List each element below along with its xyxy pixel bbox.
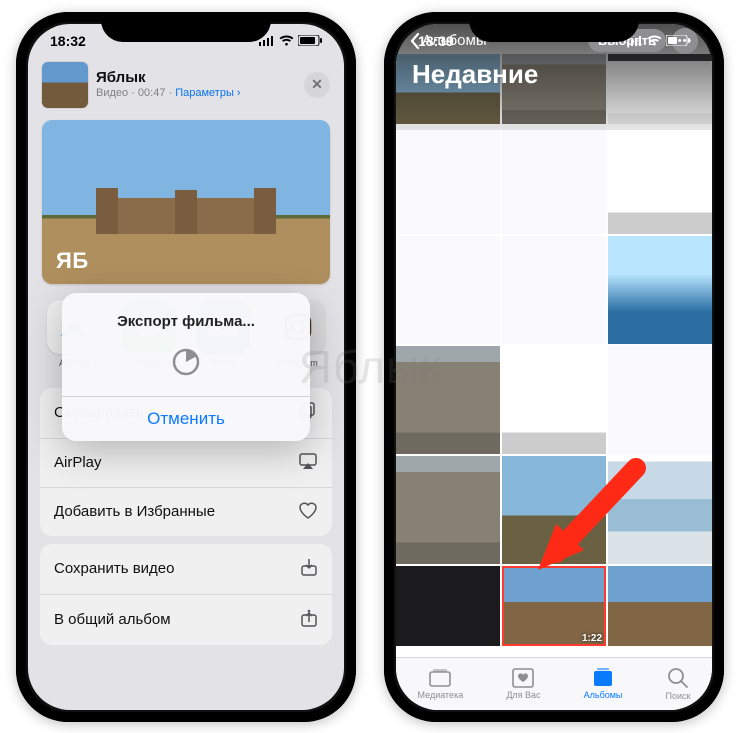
photo-grid-viewport[interactable]: 1:22 [396,54,712,658]
tab-search[interactable]: Поиск [666,667,691,701]
tab-foryou[interactable]: Для Вас [506,668,540,700]
phone-right-photos-app: 18:39 Альбомы Выбрать ••• Недавние [384,12,724,722]
library-icon [428,668,452,688]
photo-thumb[interactable] [502,346,606,454]
photo-thumb[interactable] [396,236,500,344]
album-title: Недавние [396,57,712,98]
tab-label: Поиск [666,691,691,701]
modal-cancel-button[interactable]: Отменить [62,397,310,441]
modal-message: Экспорт фильма... [62,293,310,336]
tab-bar: Медиатека Для Вас Альбомы Поиск [396,657,712,710]
photo-thumb[interactable] [502,456,606,564]
albums-icon [591,668,615,688]
battery-icon [666,35,690,46]
photo-thumb[interactable] [608,126,712,234]
tab-library[interactable]: Медиатека [418,668,464,700]
photo-thumb[interactable] [396,346,500,454]
progress-spinner-icon [170,346,202,378]
search-icon [667,667,689,689]
tab-label: Для Вас [506,690,540,700]
photo-thumb[interactable] [396,126,500,234]
photo-thumb[interactable] [608,456,712,564]
tab-albums[interactable]: Альбомы [584,668,623,700]
export-modal-backdrop: Экспорт фильма... Отменить [28,24,344,710]
photo-thumb[interactable] [608,346,712,454]
photo-thumb[interactable] [608,236,712,344]
photo-thumb[interactable] [502,236,606,344]
status-icons [627,35,690,46]
photo-grid: 1:22 [396,54,712,646]
status-time: 18:39 [418,33,454,49]
notch [469,14,639,42]
photo-thumb[interactable] [608,566,712,646]
video-duration-badge: 1:22 [582,633,602,644]
photo-thumb[interactable] [396,566,500,646]
notch [101,14,271,42]
screen-left: 18:32 Яблык Видео · 00:47 · Параметры › … [28,24,344,710]
photo-thumb[interactable] [502,126,606,234]
foryou-icon [512,668,534,688]
phone-left-share-sheet: 18:32 Яблык Видео · 00:47 · Параметры › … [16,12,356,722]
tab-label: Медиатека [418,690,464,700]
screen-right: 18:39 Альбомы Выбрать ••• Недавние [396,24,712,710]
video-thumb-highlighted[interactable]: 1:22 [502,566,606,646]
wifi-icon [647,35,662,46]
export-modal: Экспорт фильма... Отменить [62,293,310,441]
tab-label: Альбомы [584,690,623,700]
photo-thumb[interactable] [396,456,500,564]
